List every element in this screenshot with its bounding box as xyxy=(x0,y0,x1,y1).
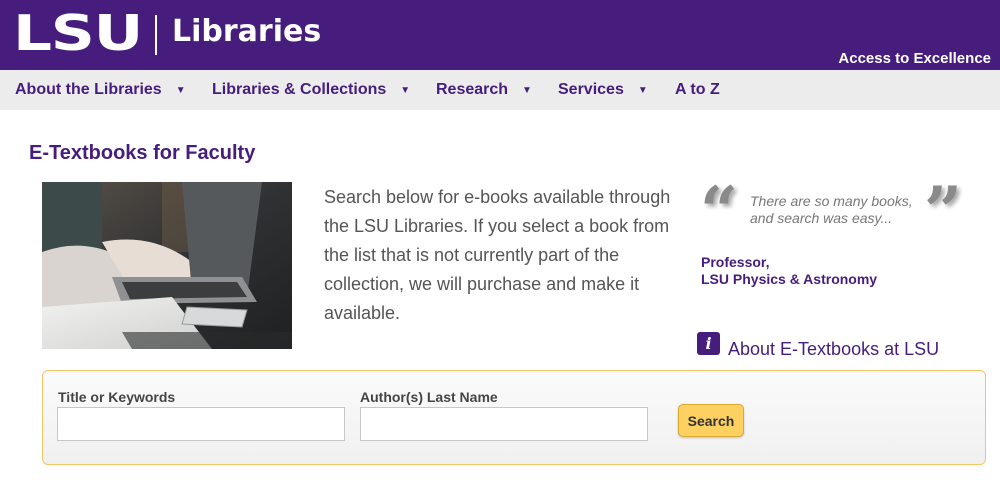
nav-item-a-to-z[interactable]: A to Z xyxy=(675,81,720,99)
search-form: Title or Keywords Author(s) Last Name Se… xyxy=(42,370,986,465)
close-quote-icon: ” xyxy=(924,172,962,250)
author-last-name-input[interactable] xyxy=(360,407,648,441)
nav-item-libraries-collections[interactable]: Libraries & Collections ▼ xyxy=(212,81,410,99)
about-link-label: About E-Textbooks at LSU xyxy=(728,339,940,359)
title-keywords-input[interactable] xyxy=(57,407,345,441)
nav-item-label: Libraries & Collections xyxy=(212,81,387,98)
caret-down-icon: ▼ xyxy=(637,84,648,96)
author-last-name-label: Author(s) Last Name xyxy=(360,389,498,405)
quote-text: There are so many books, and search was … xyxy=(750,193,913,226)
nav-item-label: Services xyxy=(558,81,624,98)
nav-item-label: About the Libraries xyxy=(15,81,162,98)
open-quote-icon: “ xyxy=(700,172,738,250)
nav-item-research[interactable]: Research ▼ xyxy=(436,81,532,99)
nav-item-label: A to Z xyxy=(675,81,720,98)
libraries-wordmark[interactable]: Libraries xyxy=(172,17,321,47)
page-title: E-Textbooks for Faculty xyxy=(29,142,256,164)
laptop-photo xyxy=(42,182,292,349)
about-etextbooks-link[interactable]: i About E-Textbooks at LSU xyxy=(697,327,939,360)
quote-author-dept: LSU Physics & Astronomy xyxy=(701,271,878,287)
caret-down-icon: ▼ xyxy=(400,84,411,96)
main-nav: About the Libraries ▼ Libraries & Collec… xyxy=(0,70,1000,110)
quote-author: Professor, LSU Physics & Astronomy xyxy=(701,254,877,288)
title-keywords-label: Title or Keywords xyxy=(58,389,176,405)
nav-item-label: Research xyxy=(436,81,509,98)
nav-item-about[interactable]: About the Libraries ▼ xyxy=(15,81,186,99)
search-button[interactable]: Search xyxy=(678,404,744,437)
logo-text: LSU xyxy=(13,4,143,62)
quote-author-title: Professor, xyxy=(701,254,770,270)
lsu-logo[interactable]: LSU xyxy=(13,9,143,58)
site-header: LSU Libraries Access to Excellence xyxy=(0,0,1000,70)
nav-item-services[interactable]: Services ▼ xyxy=(558,81,648,99)
caret-down-icon: ▼ xyxy=(522,84,532,96)
intro-text: Search below for e-books available throu… xyxy=(324,187,671,323)
tagline: Access to Excellence xyxy=(838,50,991,67)
info-icon: i xyxy=(697,332,720,355)
logo-divider xyxy=(155,15,157,55)
caret-down-icon: ▼ xyxy=(175,84,186,96)
